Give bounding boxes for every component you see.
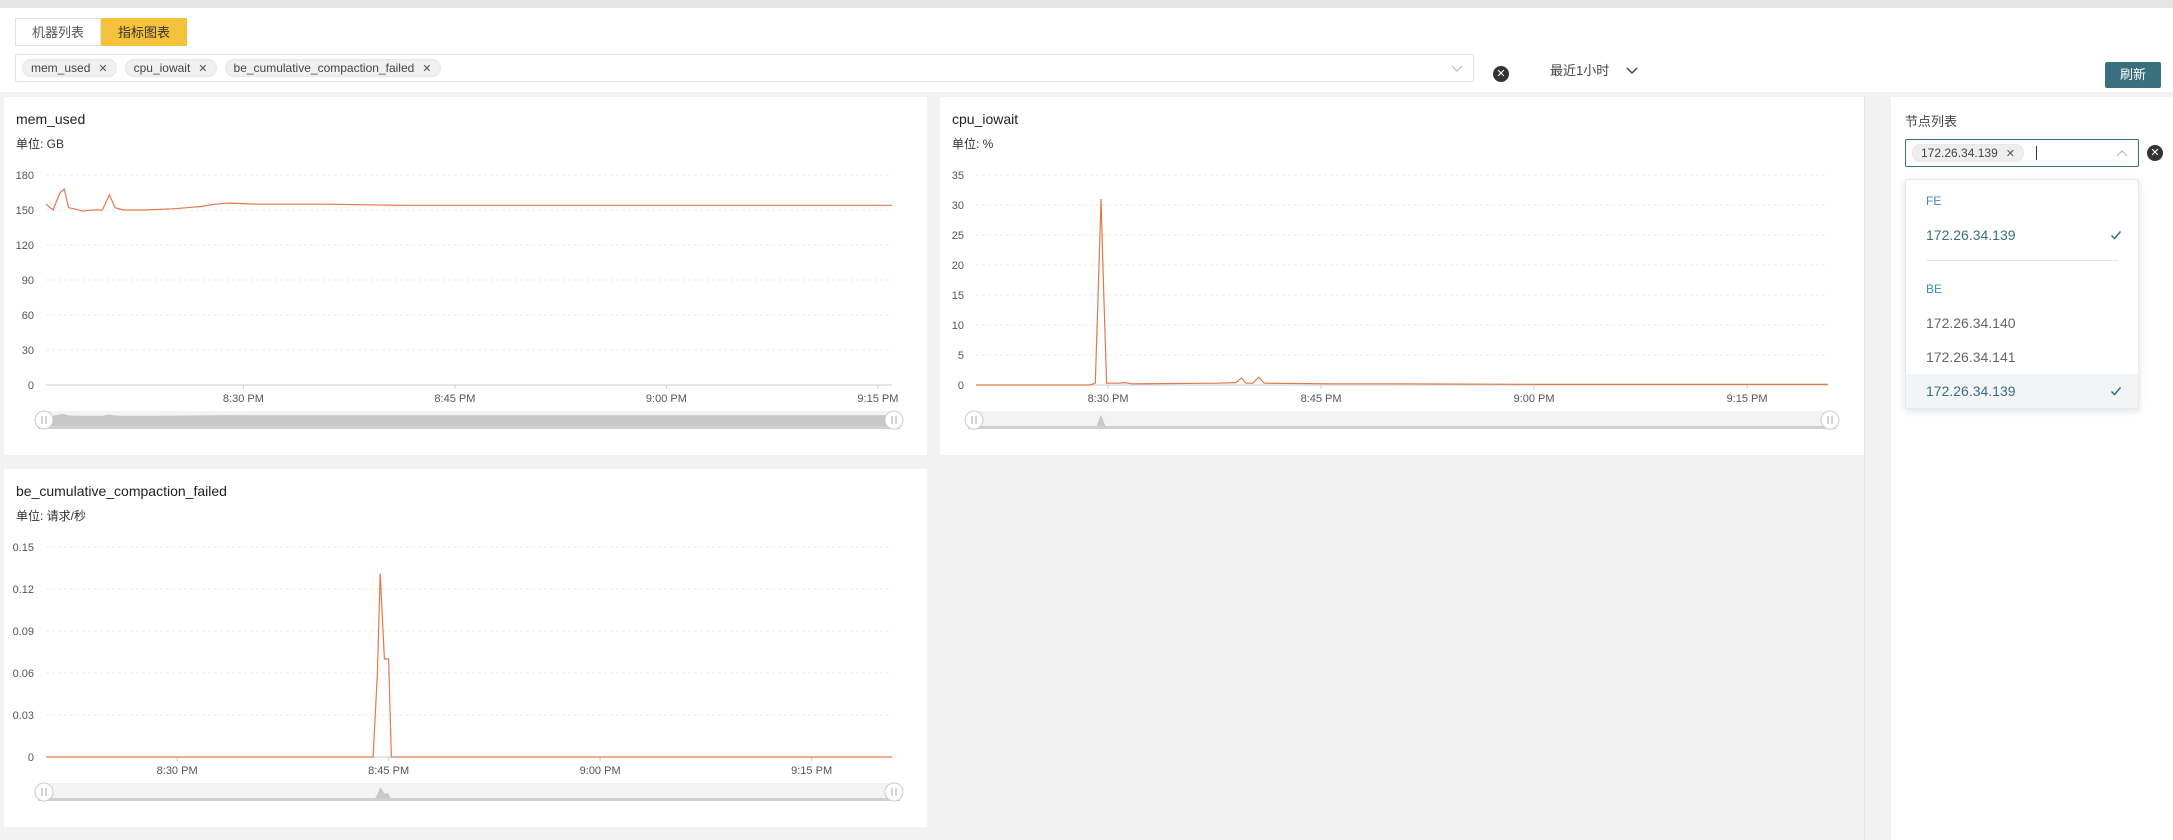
x-tick-label: 9:00 PM <box>580 765 621 777</box>
node-select[interactable]: 172.26.34.139 ✕ <box>1905 139 2139 167</box>
top-strip <box>0 0 2173 8</box>
node-option[interactable]: 172.26.34.139 <box>1906 374 2138 408</box>
zoom-slider-handle <box>34 410 54 430</box>
y-tick-label: 0 <box>28 752 34 764</box>
metric-chip-label: cpu_iowait <box>133 61 191 75</box>
group-label-be: BE <box>1926 282 1943 296</box>
series-line <box>45 187 892 212</box>
y-tick-label: 10 <box>952 320 964 332</box>
node-dropdown: FE 172.26.34.139 BE 172.26.34.140 172.26… <box>1905 179 2139 409</box>
compaction-failed-chart: 0 0.03 0.06 0.09 0.12 0.15 8:30 PM 8:45 PM 9:00 … <box>13 542 904 802</box>
node-list-title: 节点列表 <box>1905 114 1958 129</box>
mem-used-chart: 0 30 60 90 120 150 180 8:30 PM 8:45 PM 9:00 PM 9:1… <box>16 170 904 430</box>
node-option-label: 172.26.34.141 <box>1926 349 2016 365</box>
zoom-slider-bar <box>38 426 900 429</box>
chevron-up-icon[interactable] <box>2116 148 2128 160</box>
refresh-button[interactable]: 刷新 <box>2105 62 2161 88</box>
node-option-label: 172.26.34.140 <box>1926 315 2016 331</box>
metric-chip-label: mem_used <box>31 61 91 75</box>
tab-bar: 机器列表 指标图表 <box>15 18 188 46</box>
y-tick-label: 0.15 <box>13 542 34 554</box>
group-divider <box>1926 260 2118 261</box>
node-option[interactable]: 172.26.34.139 <box>1906 218 2138 252</box>
x-tick-label: 9:15 PM <box>791 765 832 777</box>
remove-chip-icon[interactable]: ✕ <box>198 62 207 75</box>
y-tick-label: 90 <box>22 275 34 287</box>
metric-chip: mem_used ✕ <box>22 59 117 77</box>
remove-chip-icon[interactable]: ✕ <box>422 62 431 75</box>
group-label-fe: FE <box>1926 194 1942 208</box>
y-tick-label: 0.03 <box>13 710 34 722</box>
x-tick-label: 9:00 PM <box>646 393 687 405</box>
series-line <box>46 573 892 758</box>
metric-chip-label: be_cumulative_compaction_failed <box>233 61 415 75</box>
y-tick-label: 30 <box>22 345 34 357</box>
header: 机器列表 指标图表 mem_used ✕ cpu_iowait ✕ be_cumul… <box>0 8 2173 92</box>
zoom-slider-handle <box>964 410 984 430</box>
node-option[interactable]: 172.26.34.141 <box>1906 340 2138 374</box>
x-tick-label: 9:15 PM <box>857 393 898 405</box>
node-option-label: 172.26.34.139 <box>1926 383 2016 399</box>
chart-panel-mem-used: mem_used 单位: GB 0 30 60 90 120 150 180 8:30 PM 8… <box>4 97 927 455</box>
metric-chip: cpu_iowait ✕ <box>124 59 217 77</box>
node-option[interactable]: 172.26.34.140 <box>1906 306 2138 340</box>
zoom-slider-bar <box>968 426 1836 429</box>
node-list-panel: 节点列表 172.26.34.139 ✕ ✕ FE 172.26.34.139 B… <box>1891 97 2173 840</box>
y-tick-label: 35 <box>952 170 964 182</box>
x-tick-label: 9:15 PM <box>1727 393 1768 405</box>
x-tick-label: 8:30 PM <box>1088 393 1129 405</box>
check-icon <box>2110 387 2122 396</box>
y-tick-label: 25 <box>952 230 964 242</box>
zoom-slider-handle <box>1820 410 1840 430</box>
x-tick-label: 8:30 PM <box>223 393 264 405</box>
y-tick-label: 120 <box>16 240 34 252</box>
cpu-iowait-chart: 0 5 10 15 20 25 30 35 8:30 PM 8:45 PM 9:00 PM 9:15 … <box>952 170 1840 430</box>
zoom-slider-bar <box>38 798 900 801</box>
series-line <box>976 198 1828 386</box>
y-tick-label: 60 <box>22 310 34 322</box>
y-tick-label: 15 <box>952 290 964 302</box>
y-tick-label: 0 <box>28 380 34 392</box>
y-tick-label: 30 <box>952 200 964 212</box>
zoom-slider-handle <box>34 782 54 802</box>
x-tick-label: 8:45 PM <box>368 765 409 777</box>
chevron-down-icon[interactable] <box>1451 62 1463 74</box>
remove-chip-icon[interactable]: ✕ <box>2006 147 2015 160</box>
y-tick-label: 0.12 <box>13 584 34 596</box>
x-tick-label: 8:45 PM <box>434 393 475 405</box>
y-tick-label: 0 <box>958 380 964 392</box>
divider <box>1864 97 1865 840</box>
remove-chip-icon[interactable]: ✕ <box>98 62 107 75</box>
text-cursor <box>2035 146 2037 160</box>
clear-nodes-icon[interactable]: ✕ <box>2147 145 2163 161</box>
metric-select[interactable]: mem_used ✕ cpu_iowait ✕ be_cumulative_comp… <box>15 54 1474 82</box>
metric-chip: be_cumulative_compaction_failed ✕ <box>224 59 441 77</box>
chart-panel-cpu-iowait: cpu_iowait 单位: % 0 5 10 15 20 25 30 35 8:30 PM 8:… <box>940 97 1864 455</box>
clear-metrics-icon[interactable]: ✕ <box>1493 66 1509 82</box>
y-tick-label: 5 <box>958 350 964 362</box>
y-tick-label: 180 <box>16 170 34 182</box>
time-range-label: 最近1小时 <box>1550 63 1610 78</box>
y-tick-label: 0.09 <box>13 626 34 638</box>
y-tick-label: 0.06 <box>13 668 34 680</box>
y-tick-label: 20 <box>952 260 964 272</box>
tab-machine-list[interactable]: 机器列表 <box>15 18 102 46</box>
chevron-down-icon <box>1626 66 1638 74</box>
check-icon <box>2110 231 2122 240</box>
x-tick-label: 8:45 PM <box>1301 393 1342 405</box>
node-chip: 172.26.34.139 ✕ <box>1912 144 2024 162</box>
chart-panel-compaction-failed: be_cumulative_compaction_failed 单位: 请求/秒… <box>4 469 927 827</box>
node-chip-label: 172.26.34.139 <box>1921 146 1998 160</box>
node-option-label: 172.26.34.139 <box>1926 227 2016 243</box>
x-tick-label: 8:30 PM <box>157 765 198 777</box>
zoom-slider-handle <box>884 410 904 430</box>
x-tick-label: 9:00 PM <box>1514 393 1555 405</box>
y-tick-label: 150 <box>16 205 34 217</box>
zoom-slider-handle <box>884 782 904 802</box>
time-range-select[interactable]: 最近1小时 <box>1550 60 1639 79</box>
tab-metric-chart[interactable]: 指标图表 <box>101 18 188 46</box>
